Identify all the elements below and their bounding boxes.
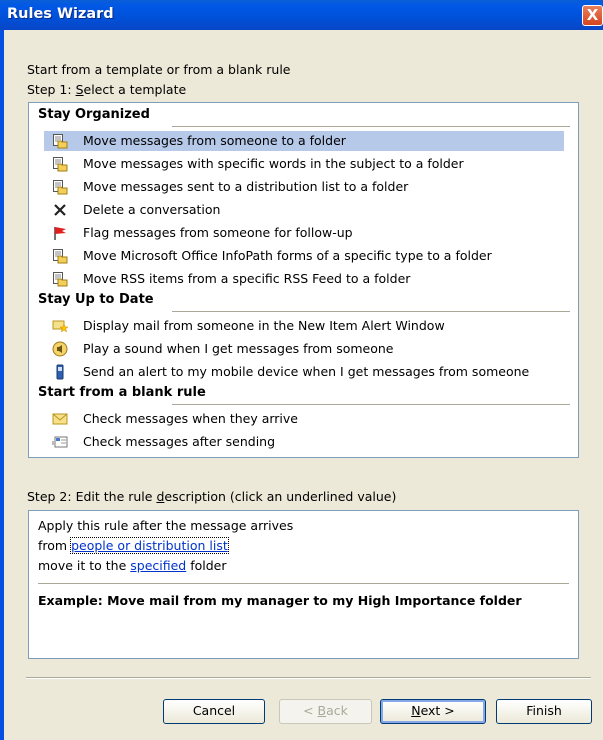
template-item-label: Move messages from someone to a folder [83, 133, 346, 148]
move-folder-icon [52, 133, 68, 149]
template-item[interactable]: Move Microsoft Office InfoPath forms of … [44, 246, 564, 266]
template-item-label: Flag messages from someone for follow-up [83, 225, 353, 240]
template-item[interactable]: Check messages after sending [44, 432, 564, 452]
template-item-label: Send an alert to my mobile device when I… [83, 364, 530, 379]
template-item-label: Check messages when they arrive [83, 411, 298, 426]
template-item[interactable]: Play a sound when I get messages from so… [44, 339, 564, 359]
mobile-phone-icon [52, 364, 68, 380]
template-item-label: Play a sound when I get messages from so… [83, 341, 394, 356]
template-item[interactable]: Move messages from someone to a folder [44, 131, 564, 151]
step1-label: Step 1: Select a template [27, 82, 187, 97]
close-button[interactable]: X [582, 5, 603, 26]
specified-folder-link[interactable]: specified [130, 558, 186, 573]
sent-mail-icon [52, 434, 68, 450]
template-item-label: Move messages with specific words in the… [83, 156, 464, 171]
group-separator [172, 126, 570, 127]
finish-button[interactable]: Finish [496, 699, 592, 724]
window-title: Rules Wizard [7, 6, 114, 22]
rule-description-box: Apply this rule after the message arrive… [28, 510, 579, 659]
move-folder-icon [52, 248, 68, 264]
cancel-button[interactable]: Cancel [163, 699, 265, 724]
envelope-icon [52, 411, 68, 427]
template-item-label: Move messages sent to a distribution lis… [83, 179, 409, 194]
move-folder-icon [52, 179, 68, 195]
example-text: Example: Move mail from my manager to my… [38, 593, 522, 608]
group-separator [172, 311, 570, 312]
description-line-1: Apply this rule after the message arrive… [38, 518, 294, 533]
template-item-label: Display mail from someone in the New Ite… [83, 318, 445, 333]
button-separator-highlight [26, 678, 591, 679]
alert-star-icon [52, 318, 69, 334]
template-item-label: Move RSS items from a specific RSS Feed … [83, 271, 411, 286]
template-item-label: Delete a conversation [83, 202, 221, 217]
move-folder-icon [52, 271, 68, 287]
flag-icon [52, 225, 68, 241]
speaker-icon [52, 341, 68, 357]
template-item-label: Move Microsoft Office InfoPath forms of … [83, 248, 492, 263]
template-list[interactable]: Stay Organized Move messages from someone… [28, 102, 579, 458]
template-item[interactable]: Display mail from someone in the New Ite… [44, 316, 564, 336]
description-line-3: move it to the specified folder [38, 558, 227, 573]
description-divider [38, 583, 569, 584]
group-header: Stay Organized [38, 107, 150, 122]
group-header: Stay Up to Date [38, 292, 154, 307]
template-item[interactable]: Send an alert to my mobile device when I… [44, 362, 564, 382]
group-separator [172, 404, 570, 405]
template-item[interactable]: Move messages sent to a distribution lis… [44, 177, 564, 197]
window-border [0, 30, 4, 740]
title-bar[interactable]: Rules Wizard X [0, 0, 603, 30]
move-folder-icon [52, 156, 68, 172]
template-item[interactable]: Flag messages from someone for follow-up [44, 223, 564, 243]
people-or-distribution-list-link[interactable]: people or distribution list [70, 537, 229, 554]
back-button[interactable]: < Back [279, 699, 372, 724]
next-button[interactable]: Next > [380, 699, 486, 724]
intro-text: Start from a template or from a blank ru… [27, 62, 291, 77]
template-item[interactable]: Delete a conversation [44, 200, 564, 220]
delete-x-icon [52, 202, 68, 218]
template-item[interactable]: Move RSS items from a specific RSS Feed … [44, 269, 564, 289]
description-line-2: from people or distribution list [38, 537, 229, 554]
step2-label: Step 2: Edit the rule description (click… [27, 489, 397, 504]
template-item[interactable]: Move messages with specific words in the… [44, 154, 564, 174]
group-header: Start from a blank rule [38, 385, 206, 400]
template-item-label: Check messages after sending [83, 434, 276, 449]
template-item[interactable]: Check messages when they arrive [44, 409, 564, 429]
